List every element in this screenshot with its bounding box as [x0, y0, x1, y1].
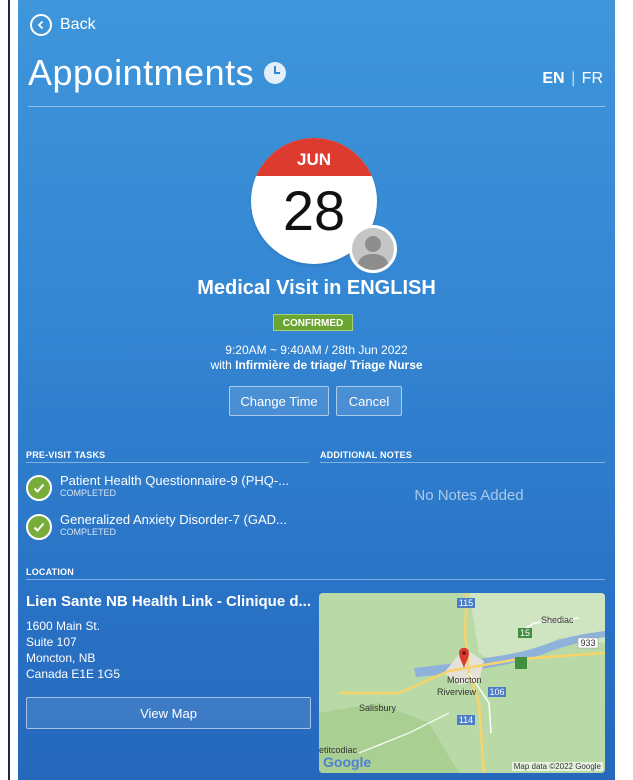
pre-visit-heading: PRE-VISIT TASKS [26, 450, 106, 460]
task-item-gad7[interactable]: Generalized Anxiety Disorder-7 (GAD... C… [26, 512, 287, 540]
task-status: COMPLETED [60, 527, 117, 537]
location-heading: LOCATION [26, 567, 74, 577]
map-attribution: Map data ©2022 Google [511, 762, 603, 771]
task-title: Patient Health Questionnaire-9 (PHQ-... [60, 473, 290, 488]
notes-empty-text: No Notes Added [414, 487, 524, 504]
map-place-label: Salisbury [359, 703, 397, 713]
task-title: Generalized Anxiety Disorder-7 (GAD... [60, 512, 287, 527]
map-place-label: Riverview [437, 687, 477, 697]
chevron-left-circle-icon [30, 14, 52, 36]
google-logo: Google [323, 754, 372, 770]
lang-fr-link[interactable]: FR [582, 70, 603, 87]
user-avatar-icon [349, 225, 397, 273]
location-address: 1600 Main St. Suite 107 Moncton, NB Cana… [26, 618, 120, 682]
header-divider [28, 106, 605, 107]
address-line: Moncton, NB [26, 651, 96, 665]
view-map-button[interactable]: View Map [26, 697, 311, 729]
visit-title: Medical Visit in ENGLISH [197, 277, 436, 299]
provider-prefix: with [210, 358, 232, 372]
check-circle-icon [26, 514, 52, 540]
pre-visit-divider [26, 462, 309, 463]
task-status: COMPLETED [60, 488, 117, 498]
calendar-month: JUN [251, 138, 377, 176]
route-label: 933 [580, 638, 596, 648]
appointment-time: 9:20AM ~ 9:40AM / 28th Jun 2022 with Inf… [18, 343, 615, 373]
route-label: 115 [458, 598, 474, 608]
map-place-label: Shediac [541, 615, 574, 625]
window-border [8, 0, 10, 780]
provider-name: Infirmière de triage/ Triage Nurse [235, 358, 423, 372]
route-label: 106 [489, 687, 505, 697]
notes-heading: ADDITIONAL NOTES [320, 450, 413, 460]
back-label: Back [60, 16, 96, 33]
lang-en-link[interactable]: EN [542, 70, 564, 87]
location-name: Lien Sante NB Health Link - Clinique d..… [26, 593, 312, 610]
map-place-label: Moncton [447, 675, 482, 685]
address-line: Canada E1E 1G5 [26, 667, 121, 681]
lang-separator: | [571, 70, 576, 87]
address-line: 1600 Main St. [26, 619, 101, 633]
check-circle-icon [26, 475, 52, 501]
time-range: 9:20AM ~ 9:40AM / 28th Jun 2022 [225, 343, 408, 357]
location-divider [26, 579, 605, 580]
page-title: Appointments [28, 52, 287, 94]
route-label: 15 [519, 628, 530, 638]
location-map[interactable]: 115 15 933 106 114 Shediac Moncton River… [319, 593, 605, 773]
task-item-phq9[interactable]: Patient Health Questionnaire-9 (PHQ-... … [26, 473, 289, 501]
clock-history-icon[interactable] [264, 62, 287, 84]
change-time-button[interactable]: Change Time [229, 386, 329, 416]
screen: Back Appointments EN | FR JUN 28 Medical… [0, 0, 633, 780]
provider-line: with Infirmière de triage/ Triage Nurse [18, 358, 615, 373]
page-title-text: Appointments [28, 52, 255, 93]
cancel-button[interactable]: Cancel [336, 386, 402, 416]
notes-divider [320, 462, 605, 463]
route-label: 114 [458, 715, 474, 725]
address-line: Suite 107 [26, 635, 77, 649]
language-switch: EN | FR [542, 70, 603, 88]
back-button[interactable]: Back [30, 14, 96, 36]
status-badge: CONFIRMED [273, 314, 353, 331]
appointment-panel: Back Appointments EN | FR JUN 28 Medical… [18, 0, 615, 780]
